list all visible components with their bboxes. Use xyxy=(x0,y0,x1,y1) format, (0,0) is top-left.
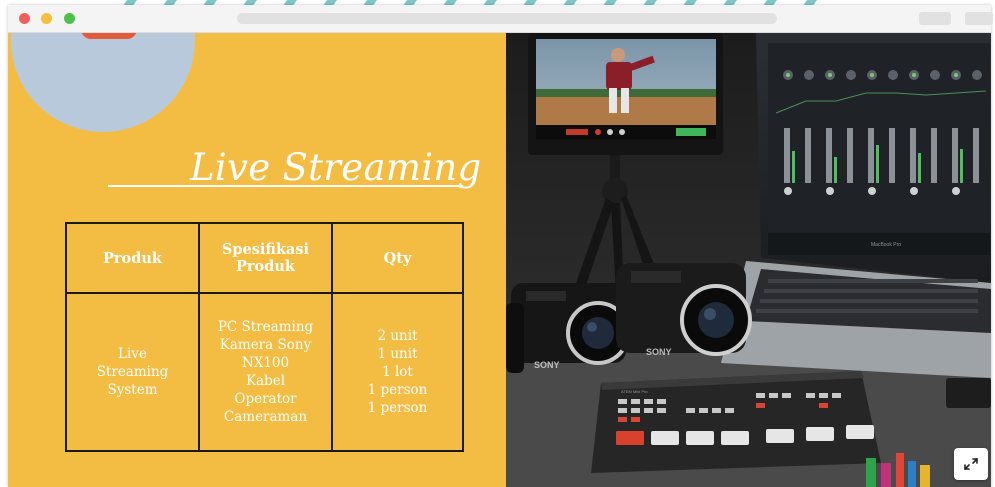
slide-title: Live Streaming xyxy=(190,146,482,189)
video-switcher: ATEM Mini Pro xyxy=(591,371,881,473)
product-table: Produk Spesifikasi Produk Qty Live Strea… xyxy=(65,222,464,452)
expand-arrows-icon xyxy=(964,458,978,470)
camcorder-brand-label: SONY xyxy=(646,347,672,357)
camcorder-brand-label: SONY xyxy=(534,360,560,370)
cell-produk: Live Streaming System xyxy=(65,292,200,452)
header-spesifikasi-produk: Spesifikasi Produk xyxy=(198,222,333,294)
recorder-device xyxy=(946,378,991,408)
field-monitor xyxy=(528,33,723,155)
laptop: MacBook Pro xyxy=(721,33,991,378)
table-header-row: Produk Spesifikasi Produk Qty xyxy=(65,222,464,294)
decorative-accent xyxy=(81,33,137,39)
close-window-button[interactable] xyxy=(19,13,30,24)
camcorder-right: SONY xyxy=(616,263,752,357)
toolbar-button[interactable] xyxy=(919,12,951,25)
table-row: Live Streaming System PC Streaming Kamer… xyxy=(65,292,464,452)
cell-qty: 2 unit 1 unit 1 lot 1 person 1 person xyxy=(331,292,464,452)
maximize-window-button[interactable] xyxy=(64,13,75,24)
header-qty: Qty xyxy=(331,222,464,294)
expand-button[interactable] xyxy=(954,448,988,480)
address-bar[interactable] xyxy=(237,13,777,24)
camcorder-left: SONY xyxy=(506,283,630,373)
decorative-circle xyxy=(11,33,195,132)
toolbar-button[interactable] xyxy=(965,12,993,25)
title-underline xyxy=(108,185,463,187)
laptop-brand-label: MacBook Pro xyxy=(871,242,901,248)
presentation-slide: Live Streaming Produk Spesifikasi Produk… xyxy=(8,33,991,487)
window-titlebar xyxy=(8,5,993,33)
equipment-photo: MacBook Pro SONY SONY ATEM Mini Pro xyxy=(506,33,991,487)
minimize-window-button[interactable] xyxy=(41,13,52,24)
header-produk: Produk xyxy=(65,222,200,294)
browser-window: Live Streaming Produk Spesifikasi Produk… xyxy=(8,5,993,487)
cell-spesifikasi: PC Streaming Kamera Sony NX100 Kabel Ope… xyxy=(198,292,333,452)
equipment-illustration: MacBook Pro SONY SONY ATEM Mini Pro xyxy=(506,33,991,487)
switcher-label: ATEM Mini Pro xyxy=(621,389,648,394)
